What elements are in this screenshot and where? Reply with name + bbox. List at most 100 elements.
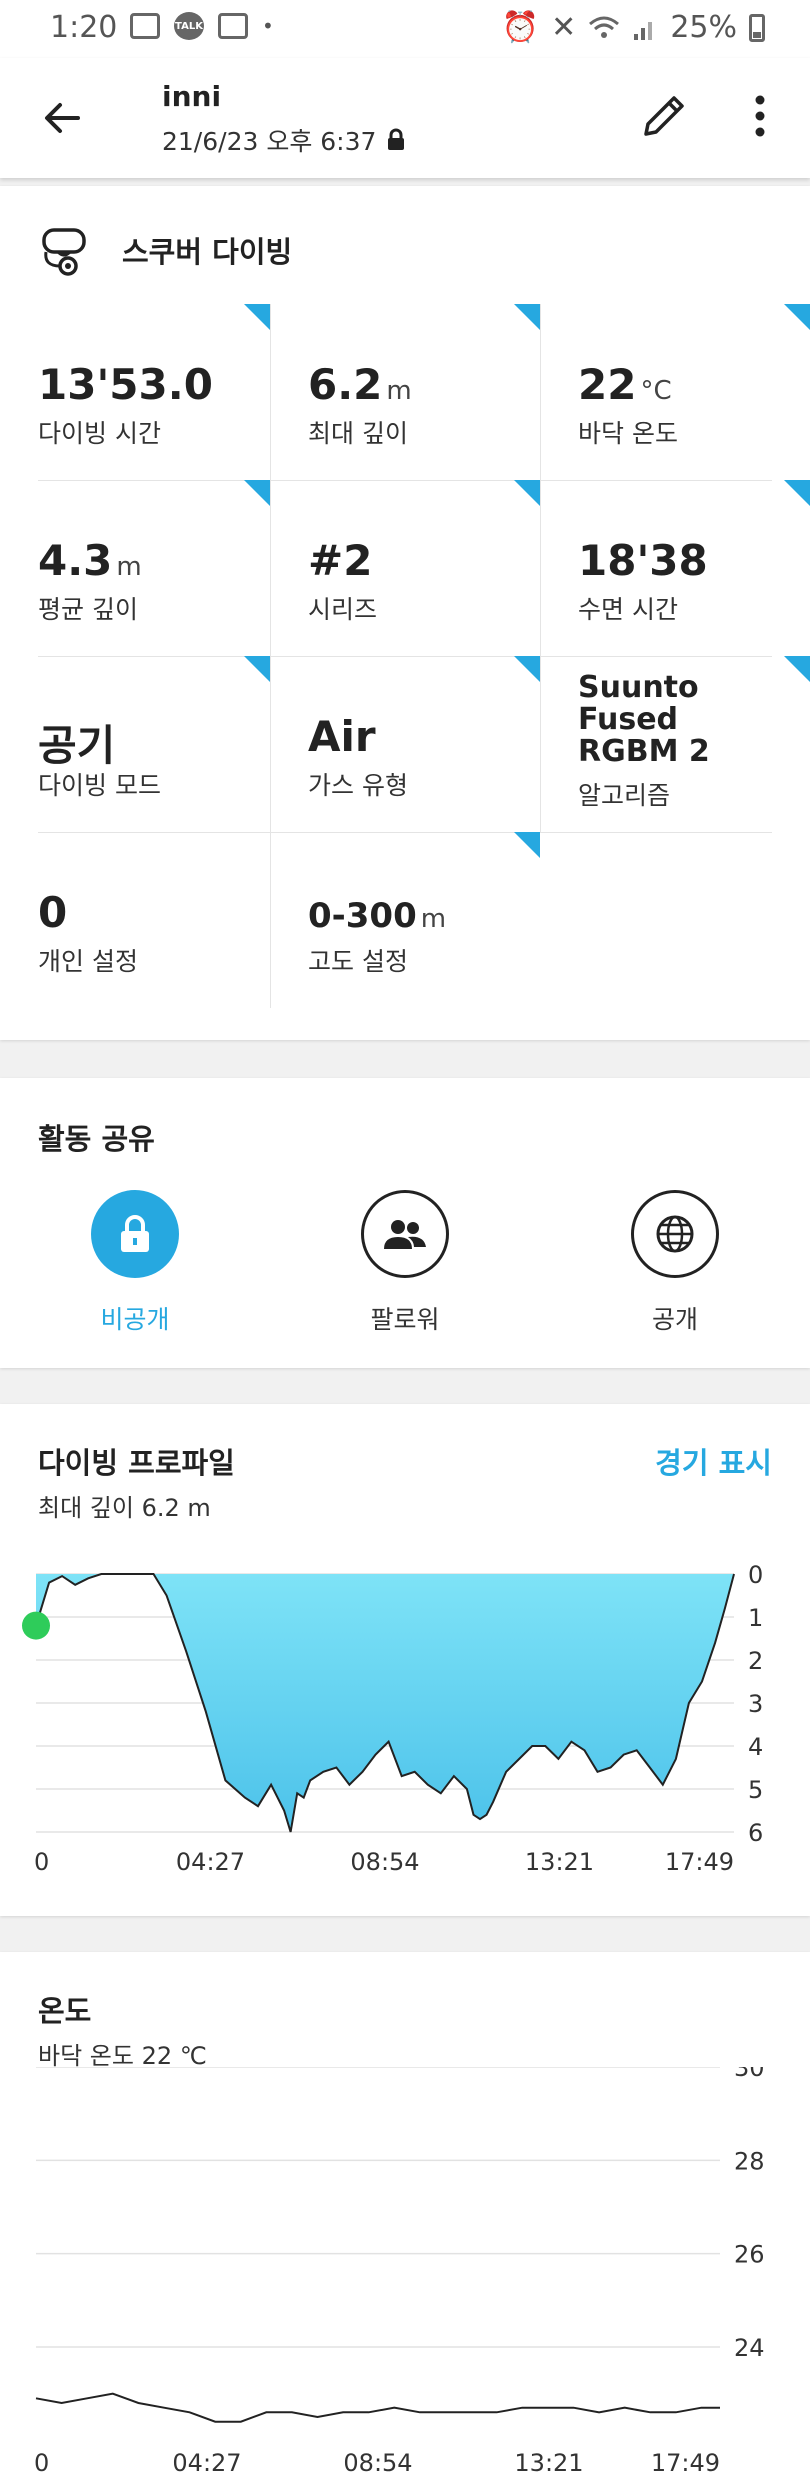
profile-title: 다이빙 프로파일: [38, 1446, 235, 1480]
workout-datetime: 21/6/23 오후 6:37: [162, 122, 406, 158]
stat-algorithm[interactable]: Suunto Fused RGBM 2 알고리즘: [540, 656, 810, 832]
stat-value: 18'38: [578, 536, 708, 585]
share-title: 활동 공유: [38, 1122, 155, 1156]
expand-corner-icon: [784, 480, 810, 506]
more-options-icon[interactable]: [740, 88, 780, 144]
expand-corner-icon: [244, 656, 270, 682]
stat-label: 다이빙 모드: [38, 771, 161, 800]
stat-label: 수면 시간: [578, 595, 678, 624]
temp-axis-tick: 30: [734, 2067, 765, 2082]
kakaotalk-icon: TALK: [174, 12, 204, 40]
status-system-icons: ⏰ ✕ 25%: [502, 10, 765, 45]
share-option-label: 공개: [651, 1305, 698, 1334]
workout-title: inni: [162, 80, 222, 113]
depth-axis-tick: 0: [748, 1561, 763, 1589]
stat-label: 알고리즘: [578, 781, 671, 810]
stat-bottom-temp[interactable]: 22 °C 바닥 온도: [540, 304, 810, 480]
share-followers-circle[interactable]: [361, 1190, 449, 1278]
time-axis-tick: 0: [34, 1848, 49, 1876]
depth-axis-tick: 5: [748, 1776, 763, 1804]
globe-icon: [656, 1215, 694, 1253]
dive-type-title: 스쿠버 다이빙: [122, 235, 293, 269]
signal-icon: [634, 21, 653, 40]
stat-label: 최대 깊이: [308, 419, 408, 448]
stat-value: 6.2 m: [308, 360, 412, 409]
battery-icon: [749, 13, 765, 42]
temp-axis-tick: 28: [734, 2147, 765, 2175]
time-axis-tick: 0: [34, 2449, 49, 2477]
expand-corner-icon: [244, 480, 270, 506]
depth-axis-tick: 3: [748, 1690, 763, 1718]
expand-corner-icon: [514, 304, 540, 330]
stat-altitude-setting[interactable]: 0-300 m 고도 설정: [270, 832, 540, 1008]
stat-value: 0: [38, 888, 68, 937]
stat-value: 4.3 m: [38, 536, 142, 585]
stat-label: 바닥 온도: [578, 419, 678, 448]
more-notifications-dot-icon: •: [262, 14, 274, 38]
scuba-mask-icon: [42, 228, 86, 276]
stat-label: 다이빙 시간: [38, 419, 161, 448]
stat-personal-setting[interactable]: 0 개인 설정: [0, 832, 270, 1008]
expand-corner-icon: [514, 480, 540, 506]
workout-date-text: 21/6/23 오후 6:37: [162, 127, 377, 156]
stat-avg-depth[interactable]: 4.3 m 평균 깊이: [0, 480, 270, 656]
stat-value: #2: [308, 536, 373, 585]
mute-icon: ✕: [551, 10, 577, 45]
share-option-public[interactable]: 공개: [575, 1190, 775, 1336]
time-axis-tick: 08:54: [343, 2449, 412, 2477]
temp-axis-tick: 26: [734, 2241, 765, 2269]
stat-label: 평균 깊이: [38, 595, 138, 624]
lock-icon: [121, 1215, 149, 1252]
dive-summary-card: 스쿠버 다이빙 13'53.0 다이빙 시간 6.2 m 최대 깊이 22 °C 바…: [0, 186, 810, 1040]
wifi-icon: [589, 16, 620, 38]
share-option-label: 팔로워: [370, 1305, 440, 1334]
followers-icon: [384, 1220, 426, 1249]
stat-value: 13'53.0: [38, 360, 213, 409]
status-time: 1:20: [50, 10, 118, 45]
time-axis-tick: 04:27: [172, 2449, 241, 2477]
dive-type-header: 스쿠버 다이빙: [38, 222, 292, 278]
share-private-circle[interactable]: [91, 1190, 179, 1278]
stat-dive-time[interactable]: 13'53.0 다이빙 시간: [0, 304, 270, 480]
stat-value: Suunto Fused RGBM 2: [578, 670, 710, 769]
time-axis-tick: 17:49: [665, 1848, 734, 1876]
time-axis-tick: 17:49: [651, 2449, 720, 2477]
profile-subtitle: 최대 깊이 6.2 m: [38, 1494, 211, 1522]
time-axis-tick: 13:21: [525, 1848, 594, 1876]
depth-profile-chart: 0 1 2 3 4 5 6 0 04:27 08:54 13:21 17:49: [22, 1561, 763, 1876]
expand-corner-icon: [784, 304, 810, 330]
stat-surface-time[interactable]: 18'38 수면 시간: [540, 480, 810, 656]
temperature-card: 온도 바닥 온도 22 ℃ 30 28 26 24 0 04:27 08:54 13:21 17…: [0, 1952, 810, 2491]
time-axis-tick: 04:27: [176, 1848, 245, 1876]
share-public-circle[interactable]: [631, 1190, 719, 1278]
depth-axis-tick: 4: [748, 1733, 763, 1761]
stat-max-depth[interactable]: 6.2 m 최대 깊이: [270, 304, 540, 480]
alarm-icon: ⏰: [501, 10, 540, 45]
stat-gas-type[interactable]: Air 가스 유형: [270, 656, 540, 832]
stat-value: 공기: [38, 721, 116, 770]
expand-corner-icon: [514, 656, 540, 682]
depth-axis-tick: 6: [748, 1819, 763, 1847]
show-race-link[interactable]: 경기 표시: [655, 1440, 772, 1482]
status-notification-icons: TALK •: [130, 12, 274, 40]
dive-profile-card: 다이빙 프로파일 경기 표시 최대 깊이 6.2 m 0 1 2 3 4 5 6 0 04:27…: [0, 1404, 810, 1916]
back-arrow-icon[interactable]: [38, 93, 88, 143]
share-option-private[interactable]: 비공개: [35, 1190, 235, 1336]
share-option-label: 비공개: [100, 1305, 170, 1334]
temp-axis-tick: 24: [734, 2334, 765, 2362]
share-option-followers[interactable]: 팔로워: [305, 1190, 505, 1336]
time-axis-tick: 13:21: [514, 2449, 583, 2477]
temp-line: [35, 2392, 720, 2423]
stat-series[interactable]: #2 시리즈: [270, 480, 540, 656]
depth-axis-tick: 1: [748, 1604, 763, 1632]
status-bar: 1:20 TALK • ⏰ ✕ 25%: [0, 0, 810, 58]
gallery-icon: [130, 13, 160, 39]
lock-icon: [388, 128, 405, 150]
edit-pencil-icon[interactable]: [636, 88, 692, 144]
stat-label: 고도 설정: [308, 947, 408, 976]
stat-value: 22 °C: [578, 360, 672, 409]
stat-dive-mode[interactable]: 공기 다이빙 모드: [0, 656, 270, 832]
stat-label: 시리즈: [308, 595, 378, 624]
expand-corner-icon: [244, 304, 270, 330]
depth-axis-tick: 2: [748, 1647, 763, 1675]
